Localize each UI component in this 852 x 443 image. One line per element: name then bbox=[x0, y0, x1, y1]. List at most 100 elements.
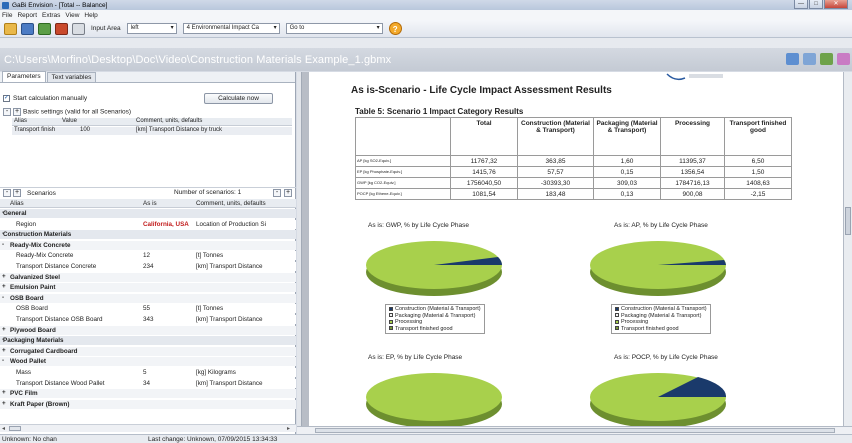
panel-splitter[interactable] bbox=[297, 72, 302, 426]
group-row[interactable]: + Emulsion Paint bbox=[0, 283, 296, 293]
group-row[interactable]: + Kraft Paper (Brown) bbox=[0, 399, 296, 409]
param-comment: [kg] Kilograms bbox=[196, 369, 236, 376]
param-value[interactable]: 5 bbox=[143, 369, 147, 376]
basic-value[interactable]: 100 bbox=[80, 127, 90, 133]
param-alias: Ready-Mix Concrete bbox=[16, 252, 74, 260]
expand-toggle[interactable]: + bbox=[2, 400, 6, 407]
report-icon[interactable] bbox=[786, 53, 799, 65]
legend-item: Transport finished good bbox=[389, 326, 481, 333]
table-row: GWP [kg CO2-Equiv.] 1756040,50 -30393,30 30… bbox=[355, 177, 792, 189]
open-folder-icon[interactable] bbox=[4, 22, 17, 35]
param-value[interactable]: California, USA bbox=[143, 221, 189, 228]
legend-gwp: Construction (Material & Transport) Pack… bbox=[385, 304, 485, 334]
impact-category-cell: POCP [kg Ethene-Equiv.] bbox=[355, 188, 451, 200]
scroll-left-icon[interactable]: ◂ bbox=[2, 425, 5, 432]
group-row[interactable]: - OSB Board bbox=[0, 293, 296, 303]
input-area-select[interactable]: left ▾ bbox=[126, 23, 177, 34]
expand-toggle[interactable]: - bbox=[2, 294, 4, 301]
param-value[interactable]: 55 bbox=[143, 305, 150, 312]
tab-text-variables[interactable]: Text variables bbox=[46, 72, 97, 82]
table-row: AP [kg SO2-Equiv.] 11767,32 363,85 1,60 1139… bbox=[355, 155, 792, 167]
menu-file[interactable]: File bbox=[2, 12, 12, 19]
add-basic-button[interactable]: + bbox=[13, 108, 21, 116]
basic-grid-row[interactable]: Transport finish 100 [km] Transport Dist… bbox=[12, 127, 292, 135]
report-horizontal-scrollbar[interactable] bbox=[297, 426, 852, 434]
param-value[interactable]: 234 bbox=[143, 263, 154, 270]
print-icon[interactable] bbox=[72, 22, 85, 35]
add-scenario-right-button[interactable]: + bbox=[284, 189, 292, 197]
tools-icon[interactable] bbox=[837, 53, 850, 65]
goto-select[interactable]: Go to ▾ bbox=[285, 23, 383, 34]
group-row[interactable]: + Galvanized Steel bbox=[0, 272, 296, 282]
header-processing: Processing bbox=[660, 117, 725, 156]
expand-toggle[interactable]: + bbox=[2, 389, 6, 396]
group-row[interactable]: - Wood Pallet bbox=[0, 357, 296, 367]
scrollbar-thumb[interactable] bbox=[315, 428, 835, 433]
menu-view[interactable]: View bbox=[65, 12, 79, 19]
report-vertical-scrollbar[interactable] bbox=[843, 72, 852, 426]
minimize-button[interactable]: — bbox=[794, 0, 808, 9]
group-row[interactable]: + Plywood Board bbox=[0, 325, 296, 335]
impact-category-cell: EP [kg Phosphate-Equiv.] bbox=[355, 166, 451, 178]
group-row[interactable]: - Ready-Mix Concrete bbox=[0, 240, 296, 250]
target-icon[interactable] bbox=[803, 53, 816, 65]
expand-toggle[interactable]: + bbox=[2, 347, 6, 354]
basic-settings-row: - + Basic settings (valid for all Scenario… bbox=[0, 108, 296, 116]
scrollbar-thumb[interactable] bbox=[9, 426, 21, 431]
group-row[interactable]: - Construction Materials bbox=[0, 230, 296, 240]
group-row[interactable]: + Corrugated Cardboard bbox=[0, 346, 296, 356]
parameter-row[interactable]: Transport Distance Wood Pallet 34 [km] Tra… bbox=[0, 378, 296, 388]
start-calc-checkbox[interactable]: ✓ bbox=[3, 95, 10, 102]
impact-category-value: 4 Environmental Impact Ca bbox=[186, 25, 260, 31]
expand-toggle[interactable]: + bbox=[2, 326, 6, 333]
expand-toggle[interactable]: + bbox=[2, 283, 6, 290]
collapse-basic-button[interactable]: - bbox=[3, 108, 11, 116]
group-row[interactable]: + PVC Film bbox=[0, 389, 296, 399]
col-as-is: As is bbox=[143, 200, 157, 207]
scroll-right-icon[interactable]: ▸ bbox=[287, 425, 290, 432]
menu-extras[interactable]: Extras bbox=[42, 12, 60, 19]
expand-toggle[interactable]: - bbox=[2, 241, 4, 248]
parameter-row[interactable]: OSB Board 55 [t] Tonnes bbox=[0, 304, 296, 314]
material-remove-icon[interactable] bbox=[55, 22, 68, 35]
parameter-row[interactable]: Transport Distance OSB Board 343 [km] Tran… bbox=[0, 315, 296, 324]
expand-toggle[interactable]: - bbox=[2, 357, 4, 364]
param-value[interactable]: 12 bbox=[143, 252, 150, 259]
col-alias: Alias bbox=[14, 118, 28, 124]
menu-report[interactable]: Report bbox=[17, 12, 37, 19]
remove-scenario-button[interactable]: - bbox=[273, 189, 281, 197]
results-table: Total Construction (Material & Transport… bbox=[355, 117, 792, 200]
impact-category-select[interactable]: 4 Environmental Impact Ca ▾ bbox=[182, 23, 280, 34]
group-row[interactable]: - General bbox=[0, 209, 296, 218]
chart-icon[interactable] bbox=[820, 53, 833, 65]
help-icon[interactable]: ? bbox=[388, 22, 402, 35]
table-caption: Table 5: Scenario 1 Impact Category Resu… bbox=[355, 107, 524, 116]
param-alias: OSB Board bbox=[10, 294, 44, 302]
tab-parameters[interactable]: Parameters bbox=[2, 71, 46, 82]
parameter-row[interactable]: Transport Distance Concrete 234 [km] Trans… bbox=[0, 262, 296, 271]
menu-help[interactable]: Help bbox=[84, 12, 97, 19]
material-add-icon[interactable] bbox=[38, 22, 51, 35]
expand-toggle[interactable]: + bbox=[2, 273, 6, 280]
legend-label: Packaging (Material & Transport) bbox=[621, 312, 702, 319]
collapse-scenarios-button[interactable]: - bbox=[3, 189, 11, 197]
parameter-row[interactable]: Region California, USA Location of Product… bbox=[0, 219, 296, 229]
parameter-row[interactable]: Ready-Mix Concrete 12 [t] Tonnes bbox=[0, 251, 296, 261]
company-logo bbox=[666, 73, 723, 81]
close-button[interactable]: ✕ bbox=[824, 0, 848, 9]
calculate-now-button[interactable]: Calculate now bbox=[204, 93, 273, 104]
view-icons bbox=[786, 53, 850, 65]
value-cell: 183,48 bbox=[517, 188, 594, 200]
param-value[interactable]: 343 bbox=[143, 316, 154, 323]
header-construction: Construction (Material & Transport) bbox=[517, 117, 594, 156]
value-cell: 6,50 bbox=[724, 155, 792, 167]
maximize-button[interactable]: □ bbox=[809, 0, 823, 9]
group-row[interactable]: - Packaging Materials bbox=[0, 336, 296, 346]
parameter-row[interactable]: Mass 5 [kg] Kilograms bbox=[0, 368, 296, 377]
add-scenario-button[interactable]: + bbox=[13, 189, 21, 197]
save-icon[interactable] bbox=[21, 22, 34, 35]
menu-bar: File Report Extras View Help bbox=[0, 10, 852, 20]
left-horizontal-scrollbar[interactable]: ◂ ▸ bbox=[0, 424, 296, 432]
scrollbar-thumb[interactable] bbox=[845, 207, 851, 235]
param-value[interactable]: 34 bbox=[143, 380, 150, 387]
